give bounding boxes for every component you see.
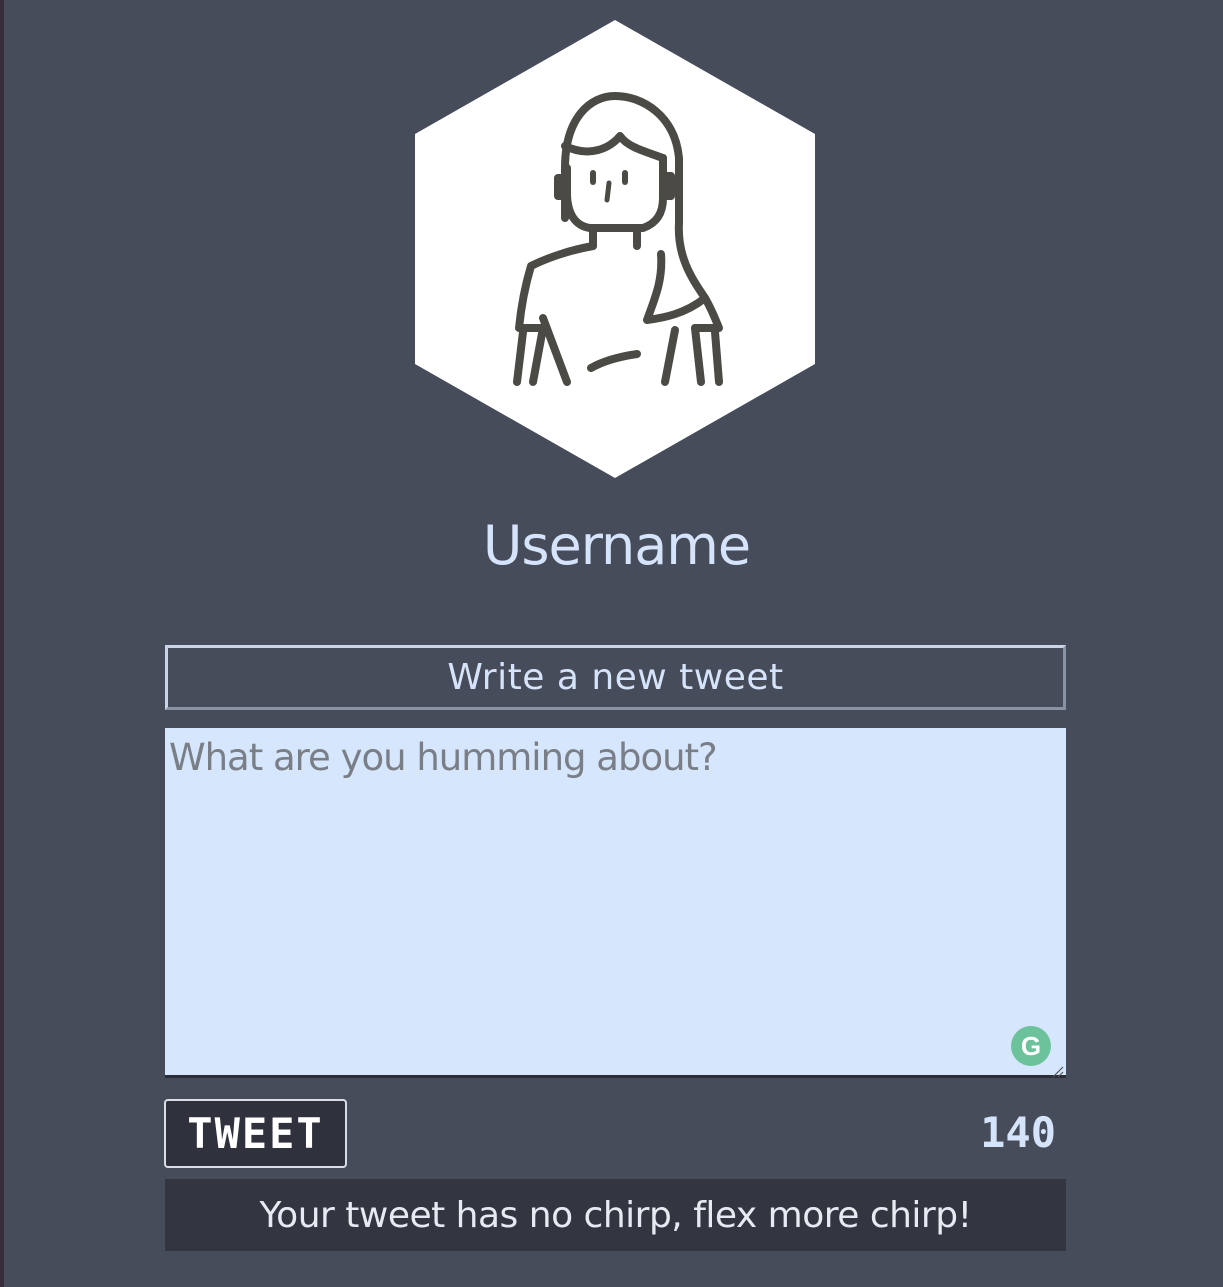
tweet-input[interactable] — [165, 728, 1066, 1078]
username: Username — [482, 514, 751, 577]
composer-header: Write a new tweet — [165, 645, 1066, 710]
composer-header-label: Write a new tweet — [447, 657, 784, 698]
tweet-button-label: TWEET — [187, 1109, 324, 1158]
grammarly-icon[interactable]: G — [1011, 1026, 1051, 1066]
avatar-hexagon — [415, 20, 815, 478]
feedback-message: Your tweet has no chirp, flex more chirp… — [165, 1179, 1066, 1251]
avatar — [415, 18, 815, 480]
resize-handle-icon[interactable] — [1050, 1064, 1064, 1078]
tweet-button[interactable]: TWEET — [164, 1099, 347, 1168]
character-counter: 140 — [980, 1108, 1056, 1157]
window-left-edge — [0, 0, 4, 1287]
feedback-message-text: Your tweet has no chirp, flex more chirp… — [259, 1194, 972, 1236]
